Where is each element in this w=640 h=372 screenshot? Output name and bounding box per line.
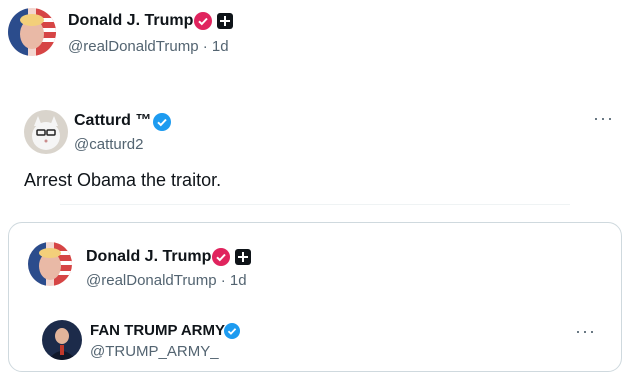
verified-badge-pink-icon [194, 12, 212, 30]
nested-handle[interactable]: @realDonaldTrump · 1d [86, 272, 247, 289]
quoted-handle[interactable]: @catturd2 [74, 136, 143, 153]
inner-author-name[interactable]: FAN TRUMP ARMY [90, 322, 225, 339]
quoted-tweet-text: Arrest Obama the traitor. [24, 170, 222, 190]
nested-time[interactable]: 1d [230, 272, 247, 289]
quoted-more-options-icon[interactable]: ··· [593, 109, 614, 127]
verified-badge-blue-icon [153, 113, 171, 131]
quoted-author-name[interactable]: Catturd ™ [74, 112, 151, 130]
post-time[interactable]: 1d [212, 38, 229, 55]
avatar-trump[interactable] [8, 8, 56, 56]
government-affiliation-icon [234, 248, 252, 266]
government-affiliation-icon [216, 12, 234, 30]
avatar-fan-trump-army[interactable] [42, 320, 82, 360]
post-separator: · [202, 38, 208, 55]
nested-author-name[interactable]: Donald J. Trump [86, 248, 211, 266]
inner-handle[interactable]: @TRUMP_ARMY_ [90, 343, 219, 360]
post-author-name[interactable]: Donald J. Trump [68, 12, 193, 30]
nested-separator: · [220, 272, 226, 289]
avatar-trump-nested[interactable] [28, 242, 72, 286]
post-handle-text[interactable]: @realDonaldTrump [68, 38, 199, 55]
inner-more-options-icon[interactable]: ··· [575, 322, 596, 340]
divider [60, 204, 570, 205]
verified-badge-pink-icon [212, 248, 230, 266]
post-handle[interactable]: @realDonaldTrump · 1d [68, 38, 229, 55]
nested-handle-text[interactable]: @realDonaldTrump [86, 272, 217, 289]
verified-badge-blue-icon [224, 323, 240, 339]
avatar-catturd[interactable] [24, 110, 68, 154]
